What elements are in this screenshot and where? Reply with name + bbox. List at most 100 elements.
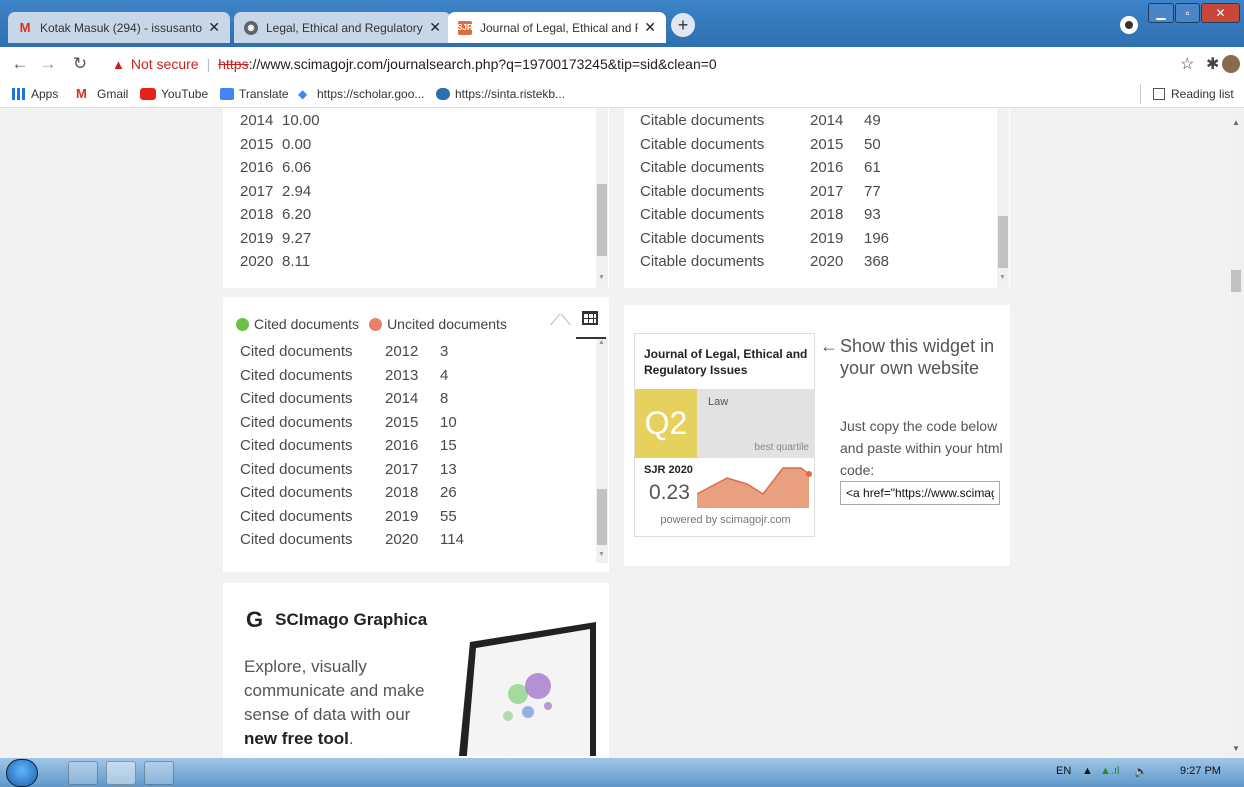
label-cell: Cited documents [240, 460, 353, 478]
scroll-thumb[interactable] [597, 184, 607, 256]
value-cell: 93 [864, 206, 881, 223]
category-box: Law best quartile [697, 389, 815, 458]
year-cell: 2016 [240, 159, 274, 176]
data-table-card: ▼ [223, 108, 609, 288]
clock[interactable]: 9:27 PM [1180, 765, 1221, 777]
scroll-down-icon[interactable]: ▼ [1232, 744, 1240, 753]
value-cell: 6.20 [282, 206, 312, 223]
bookmark-scholar[interactable]: ◆ https://scholar.goo... [298, 87, 424, 101]
tab-legal-ethical[interactable]: ◉ Legal, Ethical and Regulatory Iss ✕ [234, 12, 451, 43]
reload-icon[interactable]: ↻ [68, 52, 92, 76]
table-scrollbar[interactable]: ▼ [596, 108, 608, 288]
value-cell: 55 [440, 507, 457, 525]
year-cell: 2020 [385, 531, 419, 548]
bookmark-youtube[interactable]: YouTube [140, 87, 208, 101]
value-cell: 2.94 [282, 182, 312, 200]
minimize-button[interactable]: ▁ [1148, 3, 1174, 23]
scroll-down-icon[interactable]: ▼ [598, 274, 605, 281]
graphica-body-text: Explore, visually communicate and make s… [244, 657, 425, 724]
scroll-thumb[interactable] [998, 216, 1008, 268]
reading-list-button[interactable]: Reading list [1140, 84, 1234, 104]
graphica-bold-new: new [244, 729, 278, 748]
reading-list-icon [1153, 88, 1165, 100]
profile-icon[interactable] [1120, 16, 1138, 34]
widget-info-text: Just copy the code below and paste withi… [840, 418, 1003, 478]
bookmark-translate[interactable]: Translate [220, 87, 289, 101]
network-icon[interactable]: ▲.ıl [1100, 765, 1119, 777]
translate-icon [220, 88, 234, 100]
scroll-up-icon[interactable]: ▲ [1232, 118, 1240, 127]
language-indicator[interactable]: EN [1056, 765, 1071, 777]
bookmark-star-icon[interactable]: ☆ [1180, 54, 1194, 74]
maximize-button[interactable]: ▫ [1175, 3, 1200, 23]
value-cell: 26 [440, 484, 457, 501]
bookmark-apps[interactable]: Apps [12, 87, 58, 101]
volume-icon[interactable]: 🔈 [1134, 765, 1148, 778]
scroll-up-icon[interactable]: ▲ [598, 339, 605, 346]
tab-gmail[interactable]: M Kotak Masuk (294) - issusanto@ ✕ [8, 12, 230, 43]
year-cell: 2017 [385, 460, 419, 478]
graphica-logo-icon: G [246, 607, 264, 632]
page-scroll-thumb[interactable] [1231, 270, 1241, 292]
tab-title: Legal, Ethical and Regulatory Iss [266, 20, 423, 35]
scroll-down-icon[interactable]: ▼ [999, 274, 1006, 281]
label-cell: Cited documents [240, 484, 353, 501]
url-text: ://www.scimagojr.com/journalsearch.php?q… [248, 56, 717, 72]
label-cell: Citable documents [640, 159, 765, 176]
scholar-icon: ◆ [298, 87, 308, 101]
scroll-down-icon[interactable]: ▼ [598, 551, 605, 558]
label-cell: Cited documents [240, 390, 353, 407]
graphica-bold-free-tool[interactable]: free tool [282, 729, 349, 748]
bookmark-sinta[interactable]: https://sinta.ristekb... [436, 87, 565, 101]
forward-icon[interactable]: → [36, 52, 60, 76]
bookmarks-bar: Apps M Gmail YouTube Translate ◆ https:/… [0, 81, 1244, 108]
sjr-widget[interactable]: Journal of Legal, Ethical and Regulatory… [634, 333, 815, 537]
bookmark-label: https://sinta.ristekb... [455, 87, 566, 101]
close-tab-icon[interactable]: ✕ [429, 19, 441, 36]
bookmark-label: YouTube [161, 87, 209, 101]
category-label: Law [708, 396, 729, 408]
legend-cited-label[interactable]: Cited documents [254, 316, 359, 332]
year-cell: 2020 [810, 253, 844, 270]
value-cell: 3 [440, 343, 449, 360]
sjr-icon: SJR [457, 20, 473, 35]
close-tab-icon[interactable]: ✕ [208, 19, 220, 36]
new-tab-button[interactable]: + [671, 13, 695, 37]
scroll-thumb[interactable] [597, 489, 607, 545]
start-button[interactable] [6, 759, 38, 787]
back-icon[interactable]: ← [8, 52, 32, 76]
value-cell: 49 [864, 112, 881, 129]
file-explorer-icon[interactable] [68, 761, 98, 785]
value-cell: 368 [864, 253, 890, 270]
page-scrollbar[interactable]: ▲ ▼ [1228, 108, 1244, 758]
legend-uncited-label[interactable]: Uncited documents [387, 316, 507, 332]
word-taskbar-icon[interactable] [144, 761, 174, 785]
extensions-icon[interactable]: ✱ [1206, 54, 1219, 74]
bookmark-gmail[interactable]: M Gmail [76, 87, 128, 101]
chart-view-icon[interactable]: ⟋⟍ [550, 312, 571, 329]
close-tab-icon[interactable]: ✕ [644, 19, 656, 36]
year-cell: 2018 [810, 206, 844, 223]
tab-journal-active[interactable]: SJR Journal of Legal, Ethical and Regu ✕ [448, 12, 666, 43]
year-cell: 2016 [385, 437, 419, 454]
avatar[interactable] [1222, 55, 1240, 73]
youtube-icon [140, 88, 156, 100]
tray-expand-icon[interactable]: ▲ [1082, 765, 1093, 777]
address-bar[interactable]: ▲ Not secure | https ://www.scimagojr.co… [112, 51, 1152, 77]
table-view-icon[interactable] [582, 311, 598, 325]
widget-code-field[interactable] [840, 481, 1000, 505]
close-window-button[interactable]: ✕ [1201, 3, 1240, 23]
table-scrollbar[interactable]: ▼ [997, 108, 1009, 288]
value-cell: 8 [440, 390, 449, 407]
sjr-value: 0.23 [649, 481, 690, 504]
chrome-taskbar-icon[interactable] [106, 761, 136, 785]
value-cell: 9.27 [282, 229, 312, 247]
value-cell: 6.06 [282, 159, 312, 176]
label-cell: Cited documents [240, 437, 353, 454]
table-scrollbar[interactable]: ▲ ▼ [596, 337, 608, 563]
year-cell: 2015 [385, 413, 419, 431]
year-cell: 2015 [240, 135, 274, 153]
quartile-box: Q2 [635, 389, 697, 458]
bookmark-label: Gmail [97, 87, 129, 101]
graphica-title[interactable]: G SCImago Graphica [246, 607, 427, 633]
